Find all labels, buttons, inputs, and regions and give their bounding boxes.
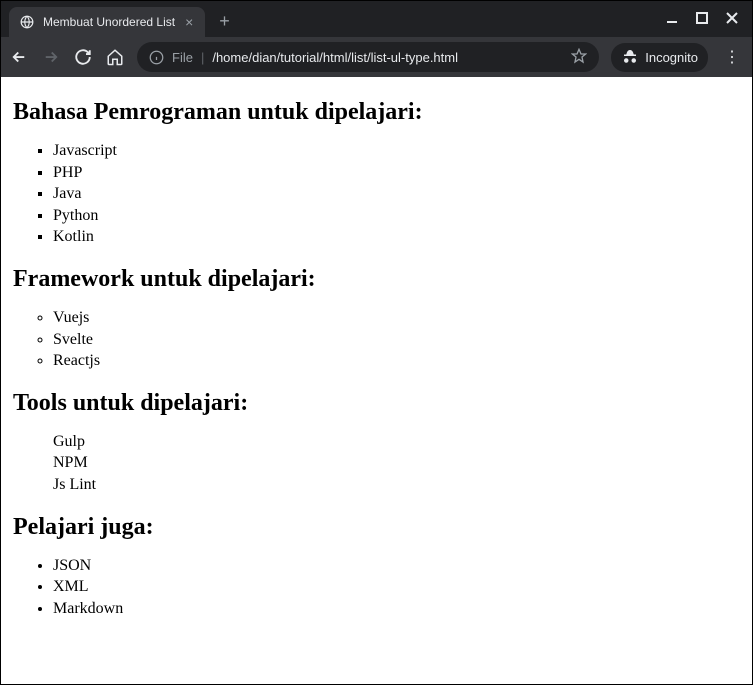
tab-title: Membuat Unordered List — [43, 15, 175, 29]
browser-toolbar: File | /home/dian/tutorial/html/list/lis… — [1, 37, 752, 77]
list-item: Javascript — [53, 140, 740, 162]
back-button[interactable] — [9, 47, 29, 67]
list-item: JSON — [53, 555, 740, 577]
bookmark-icon[interactable] — [571, 48, 587, 67]
list-item: Gulp — [53, 431, 740, 453]
incognito-label: Incognito — [645, 50, 698, 65]
section-heading: Tools untuk dipelajari: — [13, 390, 740, 417]
list-item: Kotlin — [53, 226, 740, 248]
url-path: /home/dian/tutorial/html/list/list-ul-ty… — [212, 50, 458, 65]
menu-button[interactable]: ⋮ — [720, 47, 744, 67]
list-item: Java — [53, 183, 740, 205]
section-heading: Pelajari juga: — [13, 514, 740, 541]
new-tab-button[interactable]: + — [209, 11, 240, 32]
list-item: Js Lint — [53, 474, 740, 496]
list: GulpNPMJs Lint — [13, 431, 740, 496]
list-item: XML — [53, 576, 740, 598]
minimize-icon[interactable] — [666, 11, 678, 27]
list-item: Svelte — [53, 329, 740, 351]
list: JSONXMLMarkdown — [13, 555, 740, 620]
incognito-badge[interactable]: Incognito — [611, 43, 708, 72]
list-item: Python — [53, 205, 740, 227]
list-item: Vuejs — [53, 307, 740, 329]
list-item: Markdown — [53, 598, 740, 620]
close-icon[interactable]: × — [183, 14, 195, 30]
address-bar[interactable]: File | /home/dian/tutorial/html/list/lis… — [137, 42, 599, 72]
window-controls — [666, 11, 744, 27]
url-scheme: File — [172, 50, 193, 65]
list: VuejsSvelteReactjs — [13, 307, 740, 372]
close-window-icon[interactable] — [726, 11, 738, 27]
browser-titlebar: Membuat Unordered List × + — [1, 1, 752, 37]
maximize-icon[interactable] — [696, 11, 708, 27]
home-button[interactable] — [105, 47, 125, 67]
list-item: Reactjs — [53, 350, 740, 372]
forward-button[interactable] — [41, 47, 61, 67]
browser-tab[interactable]: Membuat Unordered List × — [9, 7, 205, 37]
incognito-icon — [621, 47, 639, 68]
section-heading: Bahasa Pemrograman untuk dipelajari: — [13, 99, 740, 126]
url-separator: | — [201, 50, 204, 65]
section-heading: Framework untuk dipelajari: — [13, 266, 740, 293]
reload-button[interactable] — [73, 47, 93, 67]
globe-icon — [19, 14, 35, 30]
list: JavascriptPHPJavaPythonKotlin — [13, 140, 740, 248]
list-item: NPM — [53, 452, 740, 474]
page-content: Bahasa Pemrograman untuk dipelajari: Java… — [1, 77, 752, 684]
list-item: PHP — [53, 162, 740, 184]
info-icon[interactable] — [149, 50, 164, 65]
